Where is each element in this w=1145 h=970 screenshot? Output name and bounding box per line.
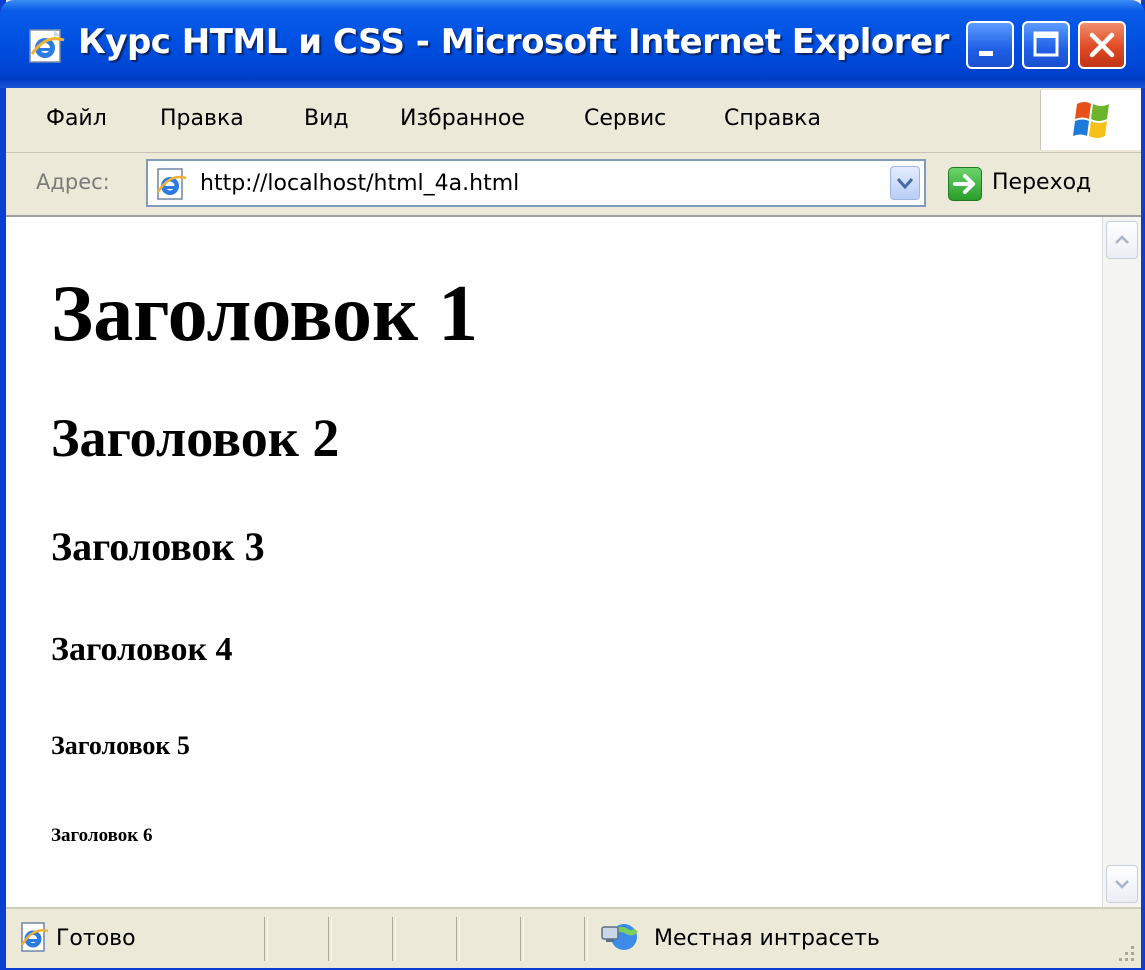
page-content: Заголовок 1 Заголовок 2 Заголовок 3 Заго… bbox=[6, 217, 1102, 907]
chevron-down-icon[interactable] bbox=[890, 166, 920, 200]
windows-logo-icon bbox=[1040, 90, 1141, 150]
address-bar: Адрес: http://localhost/html_4a.html Пер… bbox=[6, 153, 1141, 217]
address-url: http://localhost/html_4a.html bbox=[200, 171, 520, 196]
vertical-scrollbar[interactable] bbox=[1102, 217, 1141, 907]
menu-view[interactable]: Вид bbox=[304, 106, 349, 131]
status-bar: Готово Местная интрасеть bbox=[6, 907, 1141, 968]
address-field[interactable]: http://localhost/html_4a.html bbox=[146, 159, 926, 207]
scroll-up-icon[interactable] bbox=[1106, 221, 1138, 259]
close-button[interactable] bbox=[1078, 21, 1126, 69]
menu-bar: Файл Правка Вид Избранное Сервис Справка bbox=[6, 88, 1141, 153]
status-divider bbox=[456, 917, 460, 961]
ie-page-icon bbox=[154, 167, 188, 201]
heading-4: Заголовок 4 bbox=[51, 631, 233, 668]
status-text: Готово bbox=[56, 926, 136, 951]
intranet-icon bbox=[600, 917, 646, 957]
heading-3: Заголовок 3 bbox=[51, 524, 265, 569]
menu-help[interactable]: Справка bbox=[724, 106, 821, 131]
scroll-down-icon[interactable] bbox=[1106, 865, 1138, 903]
status-divider bbox=[520, 917, 524, 961]
go-arrow-icon[interactable] bbox=[948, 167, 982, 201]
menu-edit[interactable]: Правка bbox=[160, 106, 244, 131]
ie-page-icon bbox=[18, 921, 50, 953]
zone-text: Местная интрасеть bbox=[654, 926, 880, 951]
maximize-button[interactable] bbox=[1022, 21, 1070, 69]
resize-grip-icon[interactable] bbox=[1113, 940, 1137, 964]
go-button-label[interactable]: Переход bbox=[992, 170, 1091, 195]
ie-icon bbox=[26, 26, 68, 66]
title-bar[interactable]: Курс HTML и CSS - Microsoft Internet Exp… bbox=[0, 0, 1145, 88]
heading-5: Заголовок 5 bbox=[51, 731, 190, 760]
browser-window: Курс HTML и CSS - Microsoft Internet Exp… bbox=[0, 0, 1145, 970]
heading-2: Заголовок 2 bbox=[51, 408, 340, 468]
menu-favorites[interactable]: Избранное bbox=[400, 106, 525, 131]
address-label: Адрес: bbox=[36, 170, 110, 194]
heading-6: Заголовок 6 bbox=[51, 825, 153, 846]
window-title: Курс HTML и CSS - Microsoft Internet Exp… bbox=[78, 22, 949, 62]
status-divider bbox=[328, 917, 332, 961]
menu-file[interactable]: Файл bbox=[46, 106, 107, 131]
heading-1: Заголовок 1 bbox=[51, 270, 479, 358]
status-divider bbox=[392, 917, 396, 961]
menu-tools[interactable]: Сервис bbox=[584, 106, 666, 131]
minimize-button[interactable] bbox=[966, 21, 1014, 69]
status-divider bbox=[584, 917, 588, 961]
status-divider bbox=[264, 917, 268, 961]
